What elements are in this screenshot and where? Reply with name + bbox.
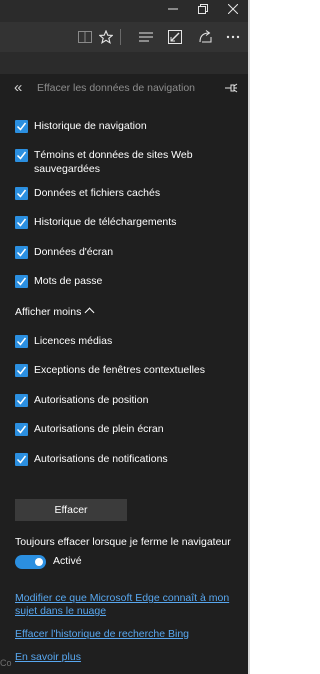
close-icon[interactable] — [218, 0, 248, 22]
checkbox-label: Données d'écran — [34, 246, 114, 258]
checkbox-form-data[interactable]: Données d'écran — [15, 245, 240, 259]
checkbox-checked-icon[interactable] — [15, 246, 28, 259]
checkbox-cookies[interactable]: Témoins et données de sites Web sauvegar… — [15, 148, 240, 176]
switch-knob — [35, 558, 43, 566]
clear-button[interactable]: Effacer — [15, 499, 127, 521]
checkbox-checked-icon[interactable] — [15, 335, 28, 348]
checkbox-label: Exceptions de fenêtres contextuelles — [34, 364, 206, 376]
browser-window: « Effacer les données de navigation Hist… — [0, 0, 248, 674]
checkbox-label: Autorisations de notifications — [34, 453, 168, 465]
checkbox-checked-icon[interactable] — [15, 216, 28, 229]
pin-icon[interactable] — [224, 81, 238, 95]
title-bar — [0, 0, 248, 22]
checkbox-checked-icon[interactable] — [15, 423, 28, 436]
learn-more-link[interactable]: En savoir plus — [15, 651, 235, 664]
chevron-up-icon — [84, 307, 95, 318]
checkbox-location-permissions[interactable]: Autorisations de position — [15, 393, 240, 407]
window-border — [248, 0, 250, 674]
checkbox-download-history[interactable]: Historique de téléchargements — [15, 215, 240, 229]
checkbox-label: Autorisations de plein écran — [34, 423, 164, 435]
clear-bing-history-link[interactable]: Effacer l'historique de recherche Bing — [15, 628, 235, 641]
checkbox-checked-icon[interactable] — [15, 149, 28, 162]
checkbox-passwords[interactable]: Mots de passe — [15, 274, 240, 288]
minimize-icon[interactable] — [158, 0, 188, 22]
checkbox-notification-permissions[interactable]: Autorisations de notifications — [15, 452, 240, 466]
panel-header: « Effacer les données de navigation — [0, 74, 248, 104]
show-less-label: Afficher moins — [15, 306, 82, 318]
checkbox-label: Historique de navigation — [34, 120, 147, 132]
always-clear-label: Toujours effacer lorsque je ferme le nav… — [15, 536, 231, 548]
checkbox-checked-icon[interactable] — [15, 394, 28, 407]
always-clear-switch[interactable] — [15, 555, 46, 569]
checkbox-media-licenses[interactable]: Licences médias — [15, 334, 240, 348]
toolbar-divider — [120, 29, 121, 45]
clear-browsing-data-panel: « Effacer les données de navigation Hist… — [0, 74, 248, 674]
favorite-star-icon[interactable] — [95, 26, 117, 48]
hub-icon[interactable] — [135, 26, 157, 48]
background-page-text: Co — [0, 658, 12, 668]
restore-icon[interactable] — [188, 0, 218, 22]
reading-view-icon[interactable] — [74, 26, 96, 48]
checkbox-checked-icon[interactable] — [15, 120, 28, 133]
checkbox-checked-icon[interactable] — [15, 187, 28, 200]
share-icon[interactable] — [194, 26, 216, 48]
checkbox-label: Mots de passe — [34, 275, 103, 287]
modify-cloud-data-link[interactable]: Modifier ce que Microsoft Edge connaît à… — [15, 592, 235, 618]
checkbox-checked-icon[interactable] — [15, 275, 28, 288]
checkbox-label: Autorisations de position — [34, 394, 149, 406]
checkbox-label: Historique de téléchargements — [34, 216, 177, 228]
checkbox-browsing-history[interactable]: Historique de navigation — [15, 119, 240, 133]
checkbox-label: Données et fichiers cachés — [34, 187, 161, 199]
checkbox-checked-icon[interactable] — [15, 364, 28, 377]
checkbox-fullscreen-permissions[interactable]: Autorisations de plein écran — [15, 422, 240, 436]
web-note-icon[interactable] — [164, 26, 186, 48]
show-less-toggle[interactable]: Afficher moins — [15, 306, 95, 318]
back-icon[interactable]: « — [14, 80, 22, 96]
checkbox-popup-exceptions[interactable]: Exceptions de fenêtres contextuelles — [15, 363, 240, 377]
browser-toolbar — [0, 22, 248, 52]
panel-title: Effacer les données de navigation — [37, 82, 196, 94]
checkbox-checked-icon[interactable] — [15, 453, 28, 466]
checkbox-label: Licences médias — [34, 335, 113, 347]
checkbox-cached-data[interactable]: Données et fichiers cachés — [15, 186, 240, 200]
more-icon[interactable] — [222, 26, 244, 48]
switch-state-label: Activé — [53, 555, 82, 567]
checkbox-label: Témoins et données de sites Web sauvegar… — [34, 149, 193, 175]
